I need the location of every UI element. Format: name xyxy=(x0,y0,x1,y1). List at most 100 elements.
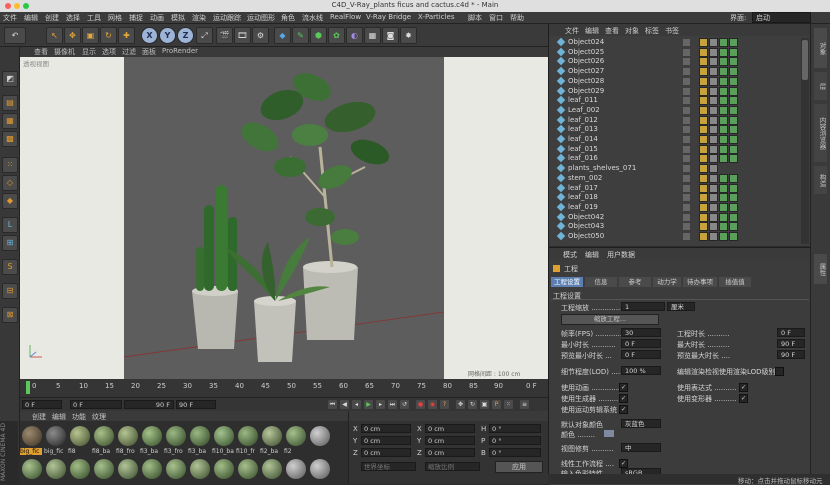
object-name[interactable]: leaf_015 xyxy=(568,145,598,153)
object-name[interactable]: leaf_016 xyxy=(568,154,598,162)
pos-y-field[interactable]: 0 cm xyxy=(361,436,411,445)
project-unit-dropdown[interactable]: 厘米 xyxy=(667,302,695,311)
material-tag-icon[interactable] xyxy=(709,202,718,212)
material-tag-icon[interactable] xyxy=(719,232,728,241)
phong-tag-icon[interactable] xyxy=(699,86,708,96)
object-row[interactable]: Object024 xyxy=(549,37,811,48)
rot-h-field[interactable]: 0 ° xyxy=(489,424,541,433)
rot-b-field[interactable]: 0 ° xyxy=(489,448,541,457)
menu-render[interactable]: 渲染 xyxy=(192,13,206,23)
tab-info[interactable]: 信息 xyxy=(585,277,617,287)
material-tag-icon[interactable] xyxy=(729,144,738,154)
current-frame-field[interactable]: 0 F xyxy=(22,400,62,409)
rot-p-field[interactable]: 0 ° xyxy=(489,436,541,445)
material-tag-icon[interactable] xyxy=(709,67,718,77)
phong-tag-icon[interactable] xyxy=(699,154,708,164)
tab-interpolation[interactable]: 插值值 xyxy=(719,277,751,287)
obj-menu-bookmarks[interactable]: 书签 xyxy=(665,26,679,36)
object-name[interactable]: leaf_011 xyxy=(568,96,598,104)
material-tag-icon[interactable] xyxy=(729,232,738,241)
material-swatch[interactable] xyxy=(262,426,282,446)
material-tag-icon[interactable] xyxy=(709,57,718,67)
phong-tag-icon[interactable] xyxy=(699,183,708,193)
object-row[interactable]: leaf_019 xyxy=(549,202,811,213)
go-to-end-icon[interactable]: ⏭ xyxy=(388,400,397,409)
material-tag-icon[interactable] xyxy=(729,193,738,203)
play-backwards-icon[interactable]: ◂ xyxy=(352,400,361,409)
material-swatch[interactable] xyxy=(262,459,282,479)
menu-script[interactable]: 脚本 xyxy=(468,13,482,23)
material-tag-icon[interactable] xyxy=(729,202,738,212)
object-name[interactable]: Object050 xyxy=(568,232,604,240)
phong-tag-icon[interactable] xyxy=(699,232,708,241)
obj-menu-tags[interactable]: 标签 xyxy=(645,26,659,36)
visibility-toggle-icon[interactable] xyxy=(683,77,690,85)
enable-snap-icon[interactable]: S xyxy=(2,259,18,275)
menu-create[interactable]: 创建 xyxy=(45,13,59,23)
phong-tag-icon[interactable] xyxy=(699,212,708,222)
material-swatch[interactable] xyxy=(238,459,258,479)
go-to-start-icon[interactable]: ⏮ xyxy=(328,400,337,409)
material-tag-icon[interactable] xyxy=(729,67,738,77)
tab-reference[interactable]: 参考 xyxy=(619,277,651,287)
material-tag-icon[interactable] xyxy=(719,96,728,106)
view-clipping-dropdown[interactable]: 中 xyxy=(621,443,661,452)
material-swatch[interactable] xyxy=(190,459,210,479)
undo-icon[interactable]: ↶ xyxy=(4,27,26,44)
use-animation-checkbox[interactable]: ✓ xyxy=(619,383,628,392)
scale-icon[interactable]: ▣ xyxy=(82,27,99,44)
viewport-menu-filter[interactable]: 过滤 xyxy=(122,47,136,57)
motion-system-checkbox[interactable]: ✓ xyxy=(619,405,628,414)
phong-tag-icon[interactable] xyxy=(699,125,708,135)
floor-icon[interactable]: ▦ xyxy=(364,27,381,44)
tab-structure[interactable]: 构造 xyxy=(814,166,827,194)
object-name[interactable]: leaf_012 xyxy=(568,116,598,124)
object-row[interactable]: leaf_018 xyxy=(549,192,811,203)
material-tag-icon[interactable] xyxy=(729,86,738,96)
material-tag-icon[interactable] xyxy=(709,115,718,125)
menu-animate[interactable]: 动画 xyxy=(150,13,164,23)
visibility-toggle-icon[interactable] xyxy=(683,223,690,231)
object-row[interactable]: leaf_017 xyxy=(549,183,811,194)
tweak-mode-icon[interactable]: ⊞ xyxy=(2,235,18,251)
record-icon[interactable]: ● xyxy=(416,400,425,409)
object-name[interactable]: Object027 xyxy=(568,67,604,75)
phong-tag-icon[interactable] xyxy=(699,222,708,232)
material-tag-icon[interactable] xyxy=(729,96,738,106)
timeline-menu-icon[interactable]: ≡ xyxy=(520,400,529,409)
object-row[interactable]: Leaf_002 xyxy=(549,105,811,116)
object-name[interactable]: Leaf_002 xyxy=(568,106,600,114)
material-tag-icon[interactable] xyxy=(729,57,738,67)
visibility-toggle-icon[interactable] xyxy=(683,39,690,46)
visibility-toggle-icon[interactable] xyxy=(683,165,690,173)
material-swatch[interactable] xyxy=(286,459,306,479)
material-tag-icon[interactable] xyxy=(709,164,718,174)
material-tag-icon[interactable] xyxy=(719,57,728,67)
object-name[interactable]: Object028 xyxy=(568,77,604,85)
viewport-menu-options[interactable]: 选项 xyxy=(102,47,116,57)
object-name[interactable]: leaf_019 xyxy=(568,203,598,211)
phong-tag-icon[interactable] xyxy=(699,115,708,125)
phong-tag-icon[interactable] xyxy=(699,47,708,57)
visibility-toggle-icon[interactable] xyxy=(683,233,690,240)
material-swatch[interactable] xyxy=(94,426,114,446)
material-swatch[interactable] xyxy=(46,426,66,446)
viewport-menu-prorender[interactable]: ProRender xyxy=(162,47,198,55)
material-tag-icon[interactable] xyxy=(709,232,718,241)
autokey-icon[interactable]: ◉ xyxy=(428,400,437,409)
material-tag-icon[interactable] xyxy=(729,47,738,57)
material-tag-icon[interactable] xyxy=(709,193,718,203)
light-icon[interactable]: ✸ xyxy=(400,27,417,44)
material-tag-icon[interactable] xyxy=(719,67,728,77)
material-tag-icon[interactable] xyxy=(709,173,718,183)
keyframe-selection-icon[interactable]: ? xyxy=(440,400,449,409)
phong-tag-icon[interactable] xyxy=(699,164,708,174)
size-z-field[interactable]: 0 cm xyxy=(425,448,475,457)
render-view-icon[interactable]: 🎬 xyxy=(216,27,233,44)
material-tag-icon[interactable] xyxy=(729,154,738,164)
next-key-icon[interactable]: ▸ xyxy=(376,400,385,409)
render-settings-icon[interactable]: ⚙ xyxy=(252,27,269,44)
fps-field[interactable]: 30 xyxy=(621,328,661,337)
material-swatch[interactable] xyxy=(94,459,114,479)
viewport-menu-view[interactable]: 查看 xyxy=(34,47,48,57)
